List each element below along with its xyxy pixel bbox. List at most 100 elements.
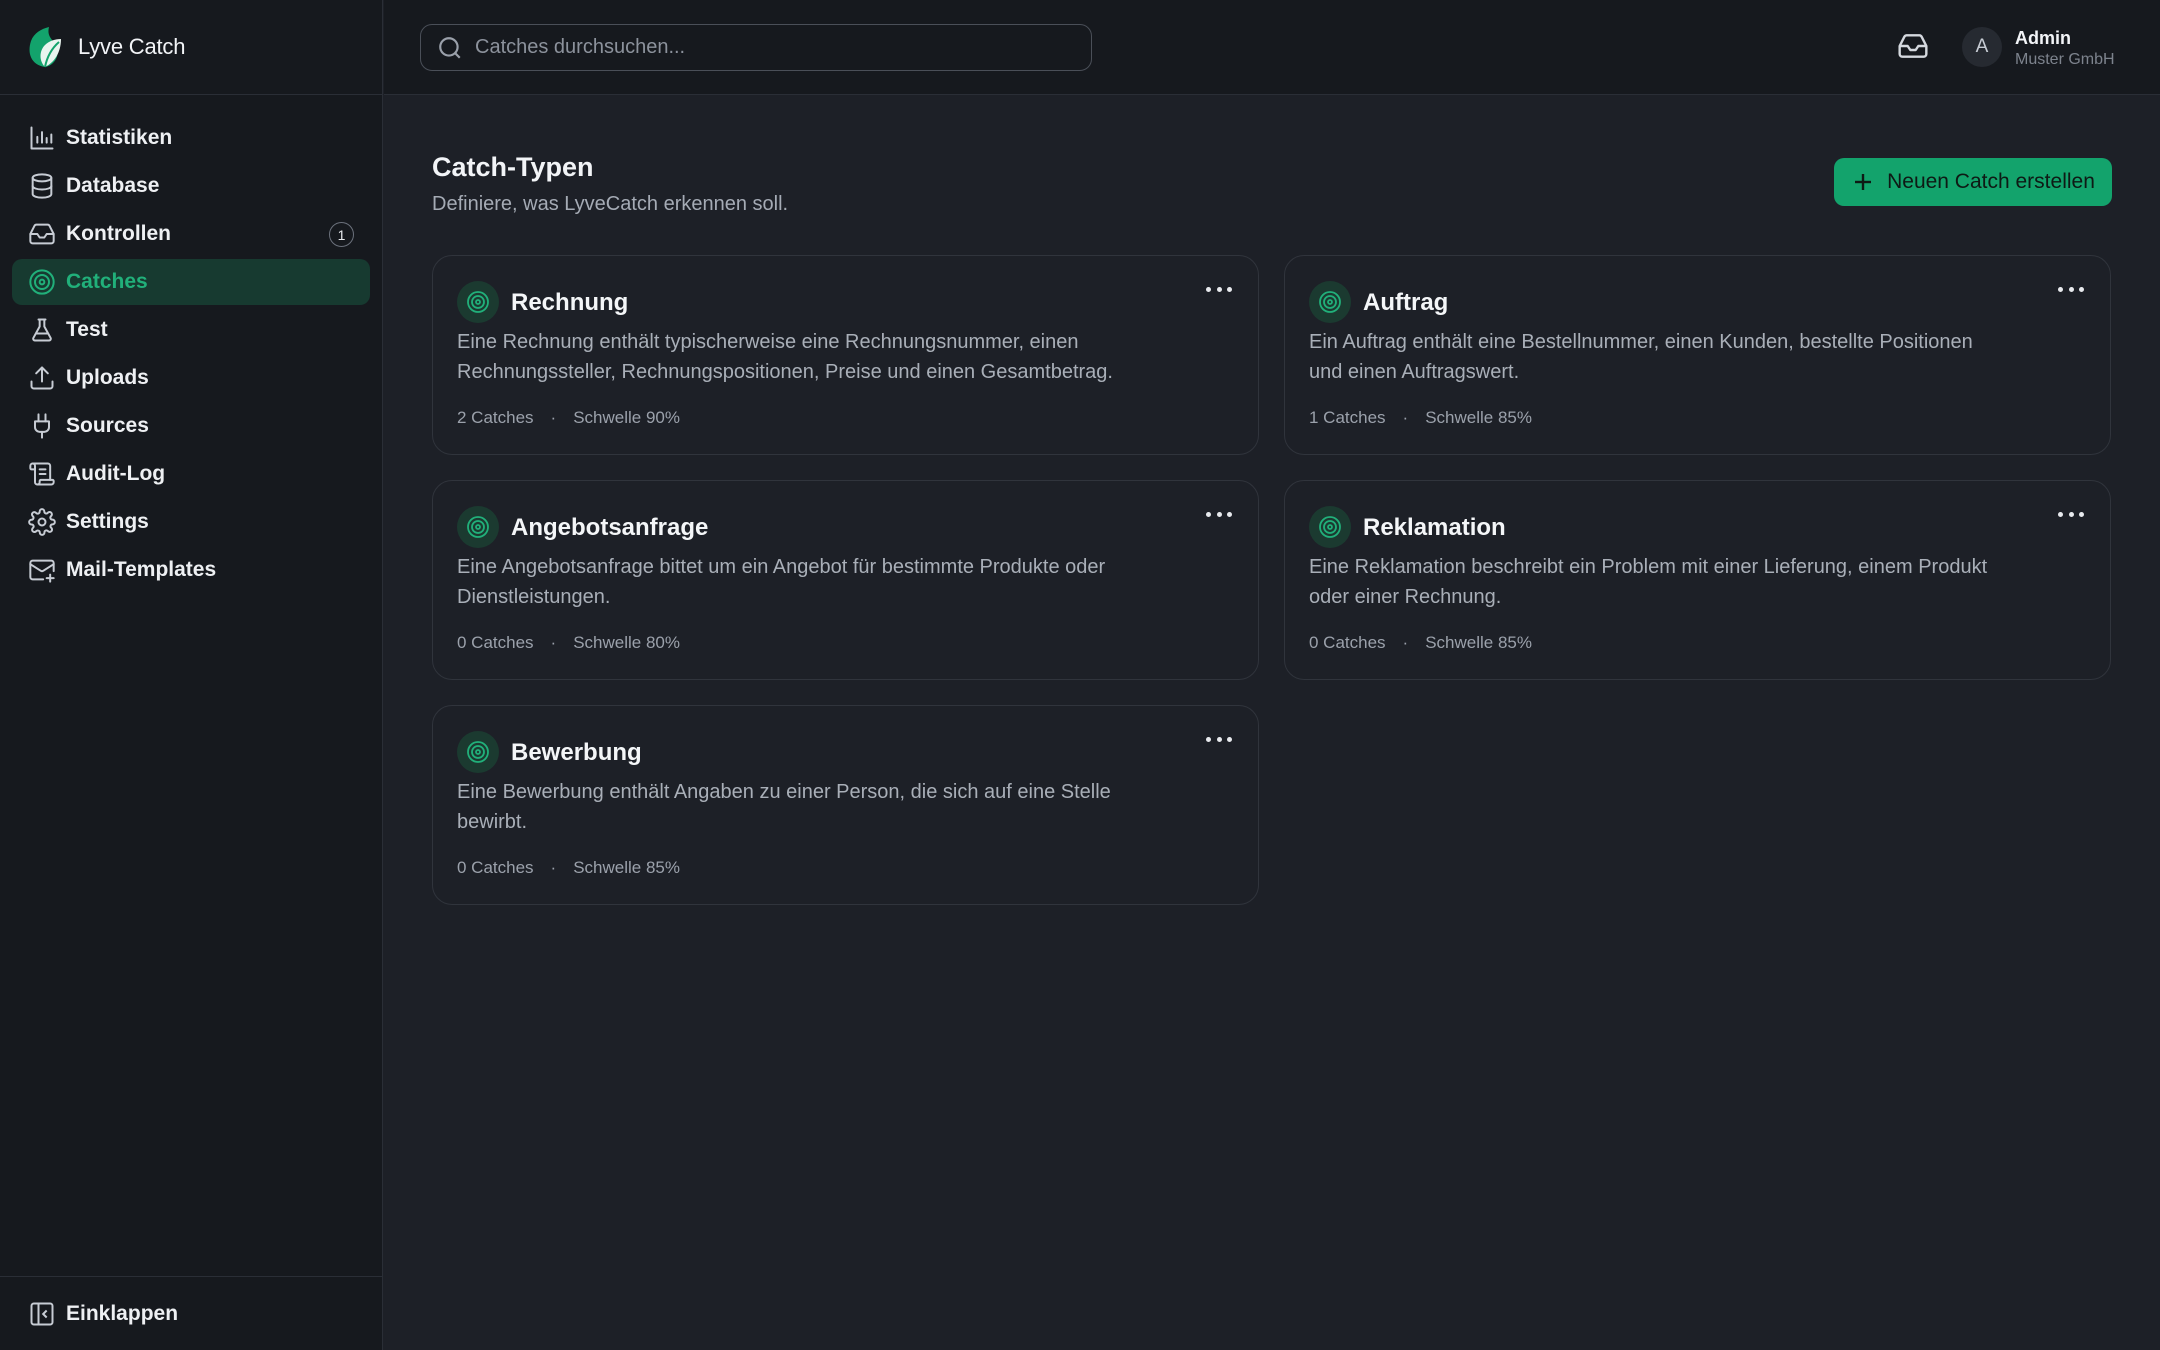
scroll-icon [28,460,56,488]
sidebar-nav: Statistiken Database Kontrollen 1 Catche… [0,95,382,593]
threshold: Schwelle 80% [573,633,680,652]
inbox-icon [28,220,56,248]
card-description: Eine Rechnung enthält typischerweise ein… [457,331,1113,383]
collapse-sidebar-button[interactable]: Einklappen [0,1276,382,1350]
more-options-icon[interactable] [2058,505,2084,523]
panel-collapse-icon [30,1302,54,1325]
catch-card-reklamation[interactable]: Reklamation Eine Reklamation beschreibt … [1284,480,2111,680]
notifications-button[interactable] [1897,30,1933,66]
create-catch-label: Neuen Catch erstellen [1887,170,2095,193]
sidebar-item-mail-templates[interactable]: Mail-Templates [12,547,370,593]
plug-icon [28,412,56,440]
catch-count: 0 Catches [457,858,534,877]
sidebar-item-label: Sources [66,414,149,437]
brand-name: Lyve Catch [78,34,186,59]
meta-separator: · [550,858,557,877]
sidebar-item-label: Uploads [66,366,149,389]
upload-icon [28,364,56,392]
sidebar-item-label: Database [66,174,160,197]
target-icon [457,506,499,548]
flask-icon [28,316,56,344]
leaf-logo-icon [29,27,61,68]
card-meta: 0 Catches · Schwelle 85% [457,858,680,878]
card-meta: 1 Catches · Schwelle 85% [1309,408,1532,428]
sidebar-item-label: Mail-Templates [66,558,217,581]
sidebar-item-label: Audit-Log [66,462,166,485]
sidebar-item-database[interactable]: Database [12,163,370,209]
threshold: Schwelle 85% [1425,633,1532,652]
sidebar-item-kontrollen[interactable]: Kontrollen 1 [12,211,370,257]
bar-chart-icon [28,124,56,152]
card-description: Eine Reklamation beschreibt ein Problem … [1309,556,1988,608]
more-options-icon[interactable] [1206,280,1232,298]
target-icon [1309,281,1351,323]
threshold: Schwelle 85% [1425,408,1532,427]
target-icon [28,268,56,296]
target-icon [457,281,499,323]
card-title: Angebotsanfrage [511,514,709,541]
catch-count: 0 Catches [457,633,534,652]
sidebar-item-label: Statistiken [66,126,173,149]
inbox-icon [1898,34,1928,58]
catch-card-angebotsanfrage[interactable]: Angebotsanfrage Eine Angebotsanfrage bit… [432,480,1259,680]
sidebar-item-label: Catches [66,270,148,293]
catch-card-rechnung[interactable]: Rechnung Eine Rechnung enthält typischer… [432,255,1259,455]
meta-separator: · [550,633,557,652]
card-meta: 2 Catches · Schwelle 90% [457,408,680,428]
user-org: Muster GmbH [2015,51,2115,68]
search-icon [439,36,461,59]
card-title: Rechnung [511,289,629,316]
card-meta: 0 Catches · Schwelle 80% [457,633,680,653]
sidebar-item-label: Kontrollen [66,222,171,245]
database-icon [28,172,56,200]
sidebar-item-settings[interactable]: Settings [12,499,370,545]
card-description: Eine Bewerbung enthält Angaben zu einer … [457,781,1111,833]
plus-icon [1855,174,1872,190]
top-bar: A Admin Muster GmbH [384,0,2160,95]
sidebar-item-label: Test [66,318,108,341]
sidebar-item-statistiken[interactable]: Statistiken [12,115,370,161]
sidebar-item-catches[interactable]: Catches [12,259,370,305]
mail-plus-icon [28,556,56,584]
catch-count: 1 Catches [1309,408,1386,427]
target-icon [457,731,499,773]
page-subtitle: Definiere, was LyveCatch erkennen soll. [432,193,789,215]
more-options-icon[interactable] [1206,505,1232,523]
main-content: Catch-Typen Definiere, was LyveCatch erk… [384,96,2160,1350]
app-root: Lyve Catch Statistiken Database Kontroll… [0,0,2160,1350]
meta-separator: · [550,408,557,427]
sidebar-item-label: Settings [66,510,149,533]
sidebar-item-audit-log[interactable]: Audit-Log [12,451,370,497]
more-options-icon[interactable] [1206,730,1232,748]
sidebar-item-uploads[interactable]: Uploads [12,355,370,401]
collapse-label: Einklappen [66,1301,179,1325]
catch-count: 0 Catches [1309,633,1386,652]
gear-icon [28,508,56,536]
threshold: Schwelle 85% [573,858,680,877]
catch-card-bewerbung[interactable]: Bewerbung Eine Bewerbung enthält Angaben… [432,705,1259,905]
avatar[interactable]: A [1962,27,2002,67]
search-box[interactable] [420,24,1092,71]
card-title: Auftrag [1363,289,1449,316]
create-catch-button[interactable]: Neuen Catch erstellen [1834,158,2112,206]
page-title: Catch-Typen [432,152,594,182]
sidebar: Lyve Catch Statistiken Database Kontroll… [0,0,383,1350]
catch-count: 2 Catches [457,408,534,427]
card-meta: 0 Catches · Schwelle 85% [1309,633,1532,653]
target-icon [1309,506,1351,548]
user-name[interactable]: Admin [2015,28,2071,49]
card-title: Bewerbung [511,739,642,766]
threshold: Schwelle 90% [573,408,680,427]
card-description: Eine Angebotsanfrage bittet um ein Angeb… [457,556,1106,608]
more-options-icon[interactable] [2058,280,2084,298]
card-title: Reklamation [1363,514,1506,541]
meta-separator: · [1402,408,1409,427]
sidebar-item-sources[interactable]: Sources [12,403,370,449]
brand[interactable]: Lyve Catch [0,0,382,95]
count-badge: 1 [329,222,354,247]
card-description: Ein Auftrag enthält eine Bestellnummer, … [1309,331,1973,383]
search-input[interactable] [475,36,1075,59]
catch-card-auftrag[interactable]: Auftrag Ein Auftrag enthält eine Bestell… [1284,255,2111,455]
sidebar-item-test[interactable]: Test [12,307,370,353]
meta-separator: · [1402,633,1409,652]
